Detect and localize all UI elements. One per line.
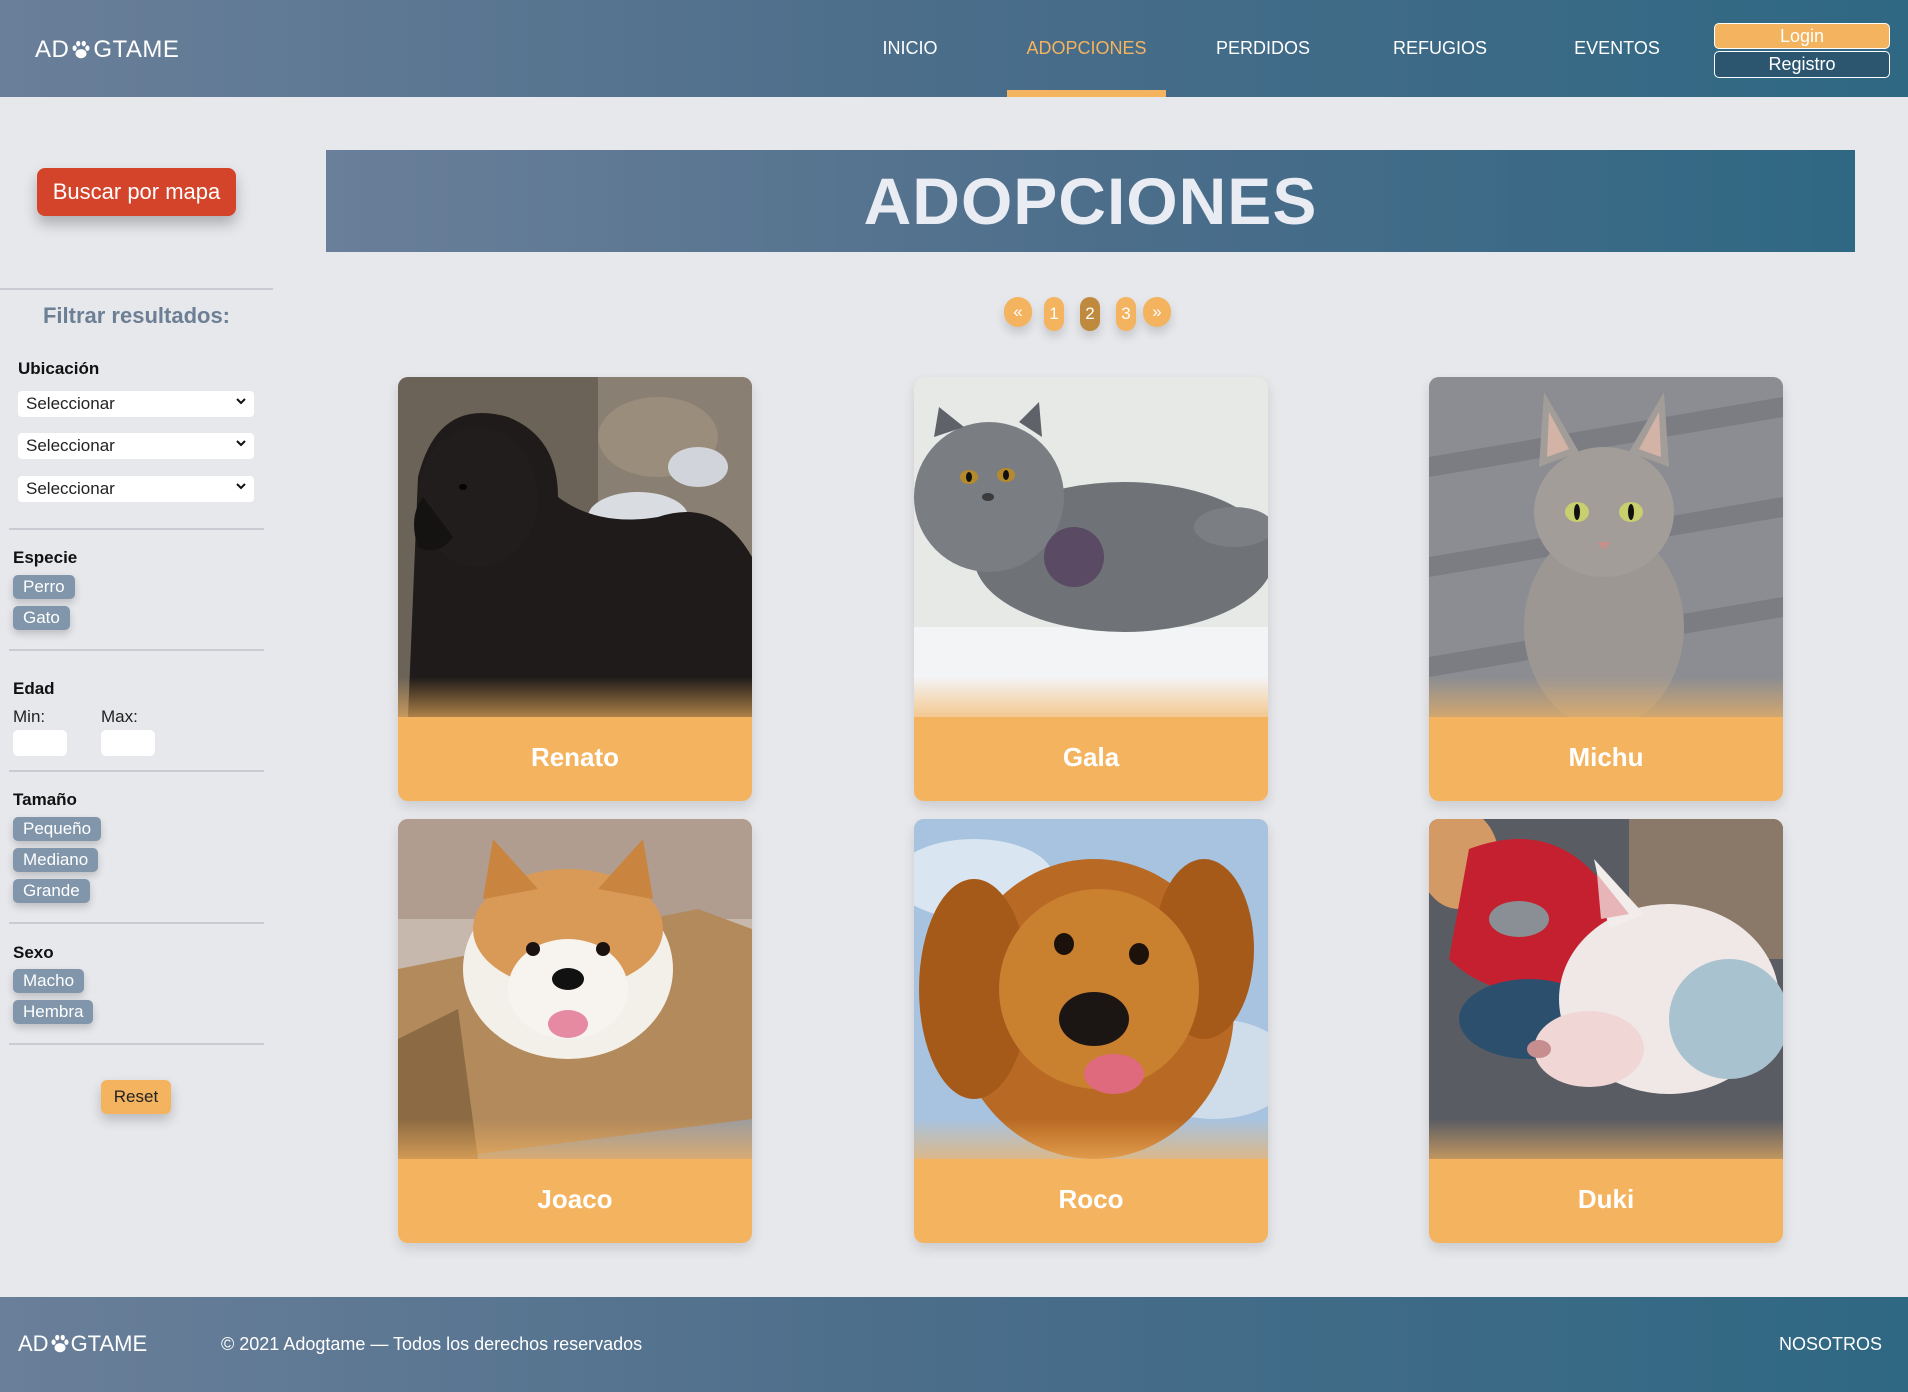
nav-refugios[interactable]: REFUGIOS: [1380, 0, 1500, 97]
location-label: Ubicación: [18, 359, 100, 378]
pagination-next[interactable]: »: [1143, 297, 1171, 327]
size-chip-grande[interactable]: Grande: [13, 879, 90, 903]
size-label: Tamaño: [13, 790, 77, 809]
pet-card[interactable]: Gala: [914, 377, 1268, 801]
pagination-page-2[interactable]: 2: [1080, 297, 1100, 331]
pet-name: Michu: [1568, 742, 1644, 772]
species-chip-perro[interactable]: Perro: [13, 575, 75, 599]
page-title: ADOPCIONES: [863, 164, 1318, 238]
size-chip-mediano[interactable]: Mediano: [13, 848, 99, 872]
black-shar-pei-dog-photo: [398, 377, 752, 717]
top-navbar: AD GTAME INICIO ADOPCIONES PERDIDOS REFU…: [0, 0, 1908, 97]
chevron-down-icon: [236, 440, 246, 447]
chevron-down-icon: [236, 483, 246, 490]
nav-inicio[interactable]: INICIO: [860, 0, 960, 97]
age-max-input[interactable]: [101, 730, 155, 756]
footer-link-nosotros[interactable]: NOSOTROS: [1779, 1334, 1882, 1355]
sex-chip-hembra[interactable]: Hembra: [13, 1000, 94, 1024]
pet-name: Roco: [1058, 1184, 1124, 1214]
card-fade: [914, 677, 1268, 737]
pagination-prev[interactable]: «: [1004, 297, 1032, 327]
species-label: Especie: [13, 548, 78, 567]
species-chip-gato[interactable]: Gato: [13, 606, 70, 630]
nav-eventos[interactable]: EVENTOS: [1560, 0, 1674, 97]
site-logo[interactable]: AD GTAME: [35, 36, 179, 64]
shiba-inu-in-box-photo: [398, 819, 752, 1159]
gray-persian-cat-photo: [914, 377, 1268, 717]
copyright-text: © 2021 Adogtame — Todos los derechos res…: [221, 1334, 643, 1354]
footer-logo[interactable]: AD GTAME: [18, 1331, 147, 1357]
divider: [9, 528, 264, 530]
pet-name: Joaco: [537, 1184, 613, 1214]
card-fade: [1429, 1119, 1783, 1179]
age-min-input[interactable]: [13, 730, 67, 756]
card-fade: [398, 1119, 752, 1179]
paw-icon: [72, 40, 90, 59]
nav-perdidos[interactable]: PERDIDOS: [1200, 0, 1326, 97]
white-bull-terrier-photo: [1429, 819, 1783, 1159]
gray-tabby-cat-photo: [1429, 377, 1783, 717]
age-min-label: Min:: [13, 707, 46, 726]
pagination-page-1[interactable]: 1: [1044, 297, 1064, 331]
card-fade: [914, 1119, 1268, 1179]
register-button[interactable]: Registro: [1714, 51, 1890, 78]
city-select[interactable]: Seleccionar: [18, 433, 254, 459]
age-label: Edad: [13, 679, 55, 698]
pet-name: Gala: [1062, 742, 1120, 772]
divider: [9, 770, 264, 772]
age-max-label: Max:: [101, 707, 138, 726]
size-chip-pequeno[interactable]: Pequeño: [13, 817, 102, 841]
filter-title: Filtrar resultados:: [42, 303, 231, 328]
pet-card[interactable]: Roco: [914, 819, 1268, 1243]
divider: [9, 922, 264, 924]
pet-card[interactable]: Joaco: [398, 819, 752, 1243]
pagination-page-3[interactable]: 3: [1116, 297, 1136, 331]
paw-icon: [51, 1334, 69, 1353]
locality-select[interactable]: Seleccionar: [18, 476, 254, 502]
pet-card[interactable]: Michu: [1429, 377, 1783, 801]
reset-button[interactable]: Reset: [101, 1080, 171, 1114]
chevron-down-icon: [236, 398, 246, 405]
nav-adopciones[interactable]: ADOPCIONES: [1007, 0, 1166, 97]
divider: [9, 649, 264, 651]
login-button[interactable]: Login: [1714, 23, 1890, 49]
sex-label: Sexo: [13, 943, 54, 962]
pet-card[interactable]: Renato: [398, 377, 752, 801]
footer: AD GTAME © 2021 Adogtame — Todos los der…: [0, 1297, 1908, 1392]
divider: [9, 1043, 264, 1045]
pet-card[interactable]: Duki: [1429, 819, 1783, 1243]
golden-retriever-photo: [914, 819, 1268, 1159]
card-fade: [398, 677, 752, 737]
province-select[interactable]: Seleccionar: [18, 391, 254, 417]
map-search-button[interactable]: Buscar por mapa: [37, 168, 236, 216]
card-fade: [1429, 677, 1783, 737]
page-title-banner: ADOPCIONES: [326, 150, 1855, 252]
sex-chip-macho[interactable]: Macho: [13, 969, 85, 993]
pet-name: Duki: [1577, 1184, 1635, 1214]
divider: [0, 288, 273, 290]
pet-name: Renato: [530, 742, 620, 772]
